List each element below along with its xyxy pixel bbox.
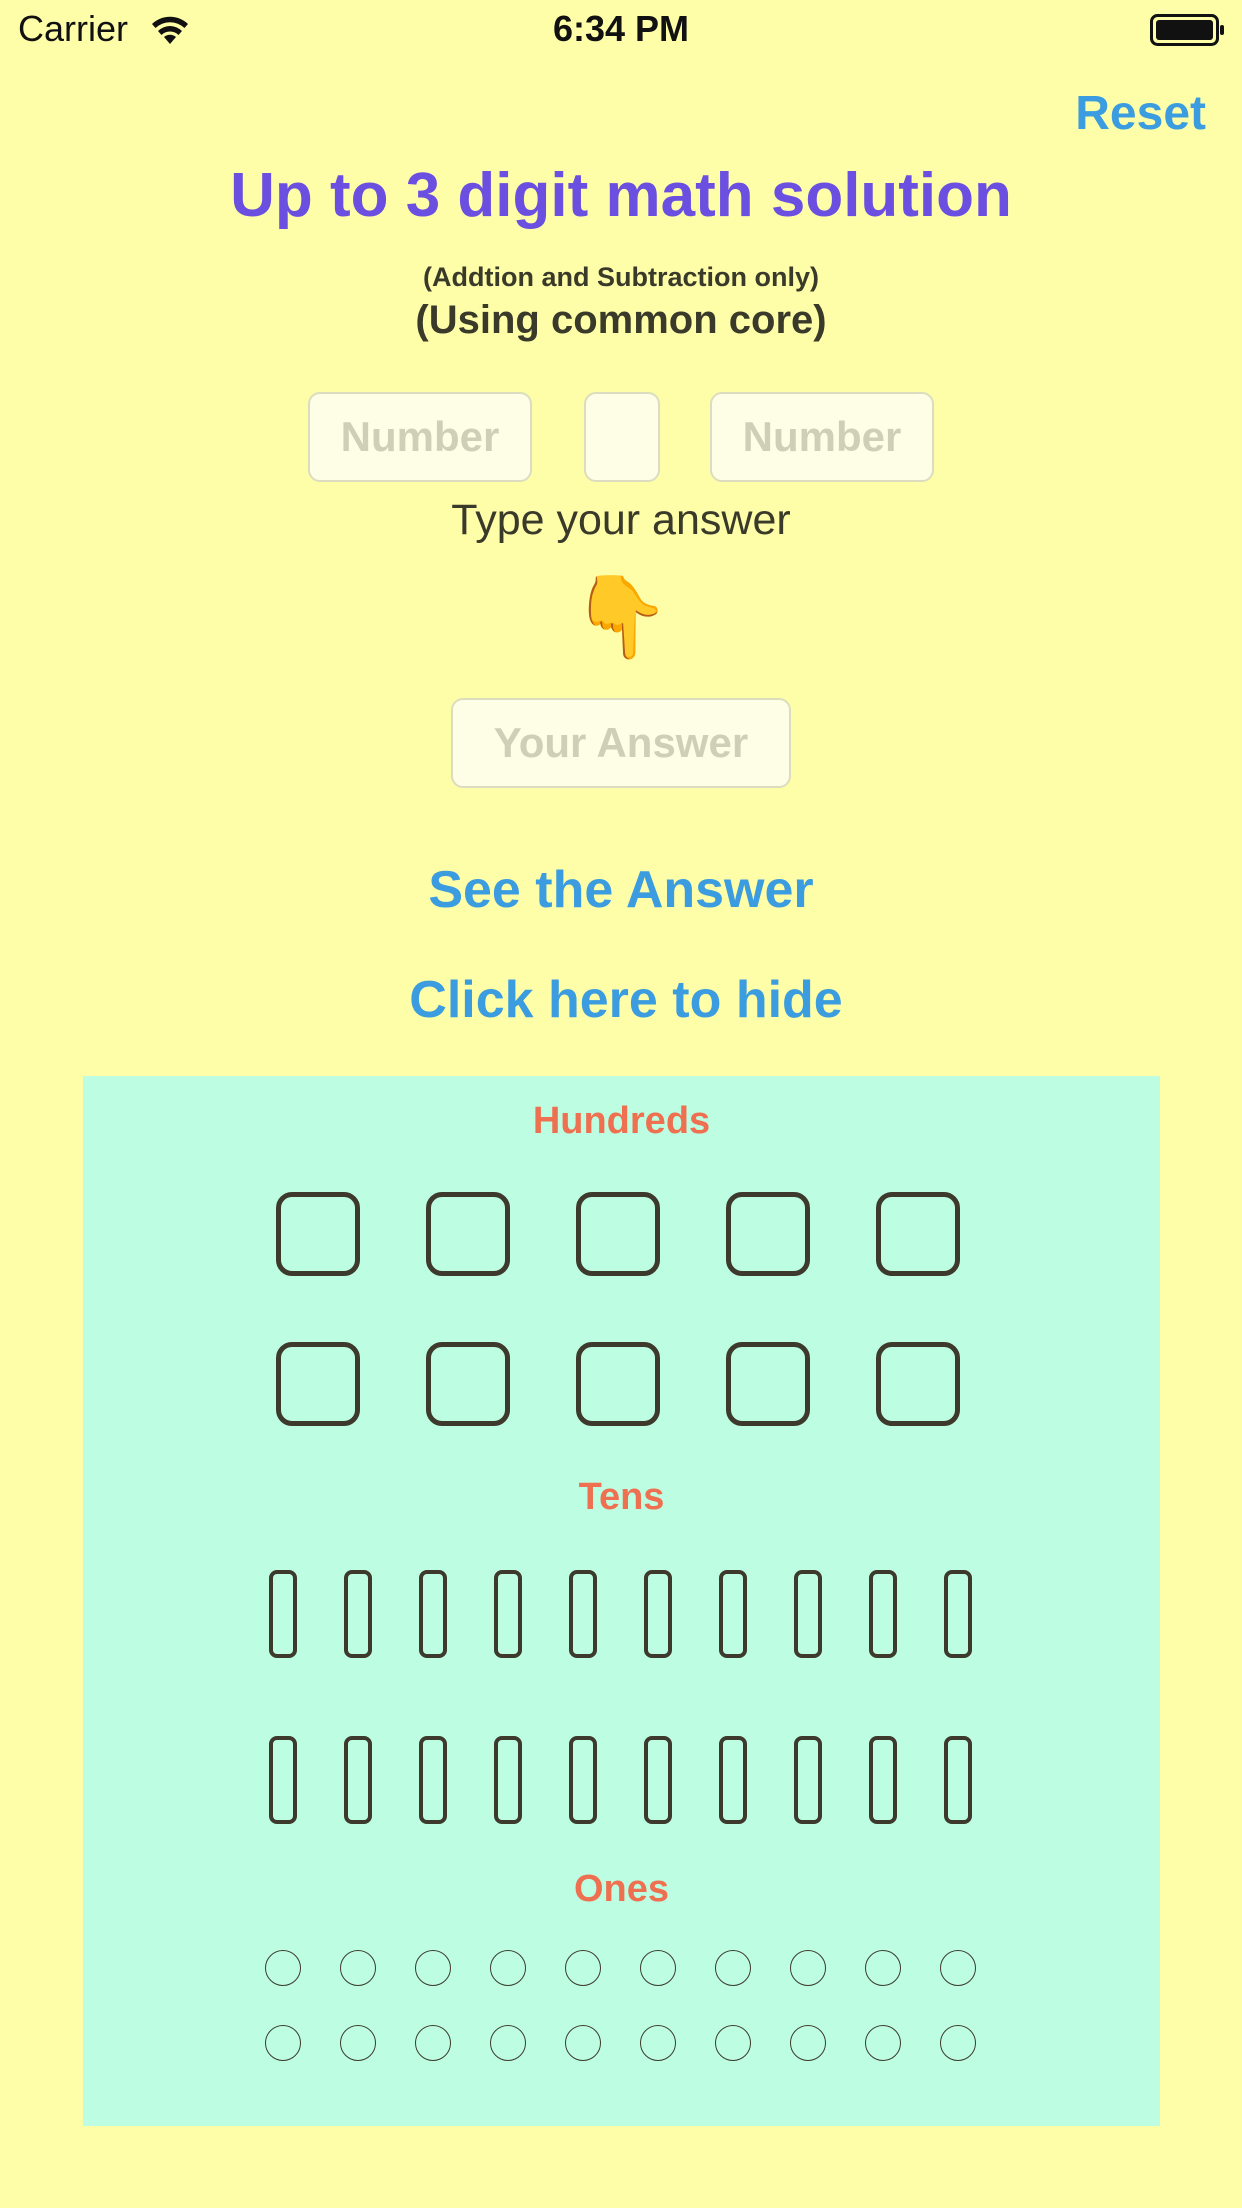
tens-rod: [869, 1736, 897, 1824]
tens-rod: [569, 1736, 597, 1824]
hundreds-label: Hundreds: [532, 1100, 711, 1142]
tens-rod: [269, 1736, 297, 1824]
tens-rod: [419, 1570, 447, 1658]
hide-button[interactable]: Click here to hide: [10, 970, 1242, 1030]
ones-unit: [415, 1950, 451, 1986]
tens-rod: [569, 1570, 597, 1658]
hundreds-block: [426, 1342, 510, 1426]
hundreds-block: [876, 1192, 960, 1276]
hundreds-block: [426, 1192, 510, 1276]
ones-unit: [790, 1950, 826, 1986]
subtitle-operations: (Addtion and Subtraction only): [423, 262, 819, 292]
ones-unit: [340, 2025, 376, 2061]
tens-rod: [344, 1736, 372, 1824]
tens-rod: [719, 1736, 747, 1824]
status-time: 6:34 PM: [552, 8, 690, 49]
ones-unit: [265, 1950, 301, 1986]
ones-unit: [490, 1950, 526, 1986]
page-title: Up to 3 digit math solution: [230, 161, 1012, 230]
tens-rod: [644, 1736, 672, 1824]
answer-prompt: Type your answer: [451, 496, 791, 544]
tens-rod: [719, 1570, 747, 1658]
ones-unit: [940, 2025, 976, 2061]
ones-unit: [640, 2025, 676, 2061]
see-answer-button[interactable]: See the Answer: [0, 860, 1242, 920]
tens-rod: [269, 1570, 297, 1658]
place-value-panel: Hundreds Tens Ones: [83, 1076, 1160, 2126]
tens-rod: [494, 1570, 522, 1658]
pointing-down-icon: 👇: [571, 570, 671, 663]
ones-unit: [415, 2025, 451, 2061]
second-number-input[interactable]: Number: [710, 392, 934, 482]
ones-label: Ones: [573, 1868, 670, 1910]
tens-rod: [869, 1570, 897, 1658]
tens-rod: [794, 1570, 822, 1658]
ones-unit: [565, 1950, 601, 1986]
first-number-input[interactable]: Number: [308, 392, 532, 482]
tens-rod: [644, 1570, 672, 1658]
ones-unit: [565, 2025, 601, 2061]
tens-label: Tens: [578, 1476, 665, 1518]
ones-unit: [790, 2025, 826, 2061]
ones-unit: [865, 2025, 901, 2061]
hundreds-block: [276, 1192, 360, 1276]
ones-unit: [715, 1950, 751, 1986]
ones-unit: [640, 1950, 676, 1986]
hundreds-block: [726, 1342, 810, 1426]
tens-rod: [344, 1570, 372, 1658]
ones-unit: [865, 1950, 901, 1986]
tens-rod: [944, 1570, 972, 1658]
hundreds-block: [726, 1192, 810, 1276]
ones-unit: [940, 1950, 976, 1986]
hundreds-block: [876, 1342, 960, 1426]
tens-rod: [944, 1736, 972, 1824]
operator-input[interactable]: [584, 392, 660, 482]
ones-unit: [715, 2025, 751, 2061]
tens-rod: [419, 1736, 447, 1824]
tens-rod: [494, 1736, 522, 1824]
ones-unit: [340, 1950, 376, 1986]
reset-button[interactable]: Reset: [1075, 86, 1206, 141]
battery-icon: [1150, 14, 1224, 46]
ones-unit: [490, 2025, 526, 2061]
answer-input[interactable]: Your Answer: [451, 698, 791, 788]
subtitle-method: (Using common core): [415, 298, 827, 342]
hundreds-block: [576, 1192, 660, 1276]
hundreds-block: [276, 1342, 360, 1426]
hundreds-block: [576, 1342, 660, 1426]
tens-rod: [794, 1736, 822, 1824]
ones-unit: [265, 2025, 301, 2061]
